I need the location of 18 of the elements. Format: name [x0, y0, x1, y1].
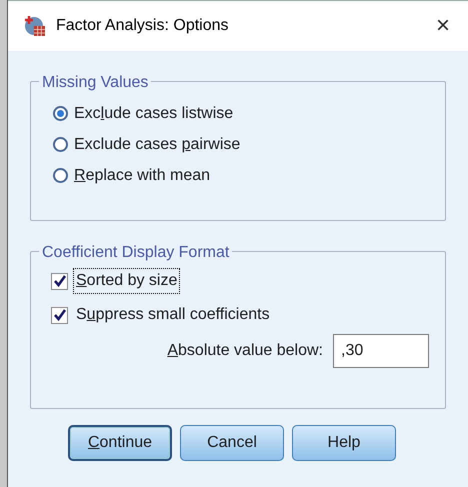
- dialog-button[interactable]: Cancel: [180, 425, 284, 461]
- table-app-icon: [24, 15, 46, 37]
- radio-button[interactable]: [53, 137, 68, 152]
- dialog-button[interactable]: Continue: [68, 425, 172, 461]
- option-label: Exclude cases listwise: [74, 104, 234, 124]
- value-input[interactable]: ,30: [333, 334, 429, 368]
- field-label: Absolute value below:: [167, 341, 323, 361]
- close-button[interactable]: ×: [434, 14, 452, 38]
- window-title: Factor Analysis: Options: [56, 16, 230, 36]
- checkbox-label: Sorted by size: [74, 269, 180, 293]
- checkbox-label: Suppress small coefficients: [75, 305, 271, 325]
- option-label: Exclude cases pairwise: [74, 134, 240, 154]
- radio-button[interactable]: [53, 106, 68, 121]
- radio-button[interactable]: [53, 168, 68, 183]
- checkbox[interactable]: [51, 272, 68, 290]
- option-label: Replace with mean: [74, 166, 210, 186]
- dialog-button[interactable]: Help: [292, 425, 396, 461]
- checkbox[interactable]: [51, 306, 68, 324]
